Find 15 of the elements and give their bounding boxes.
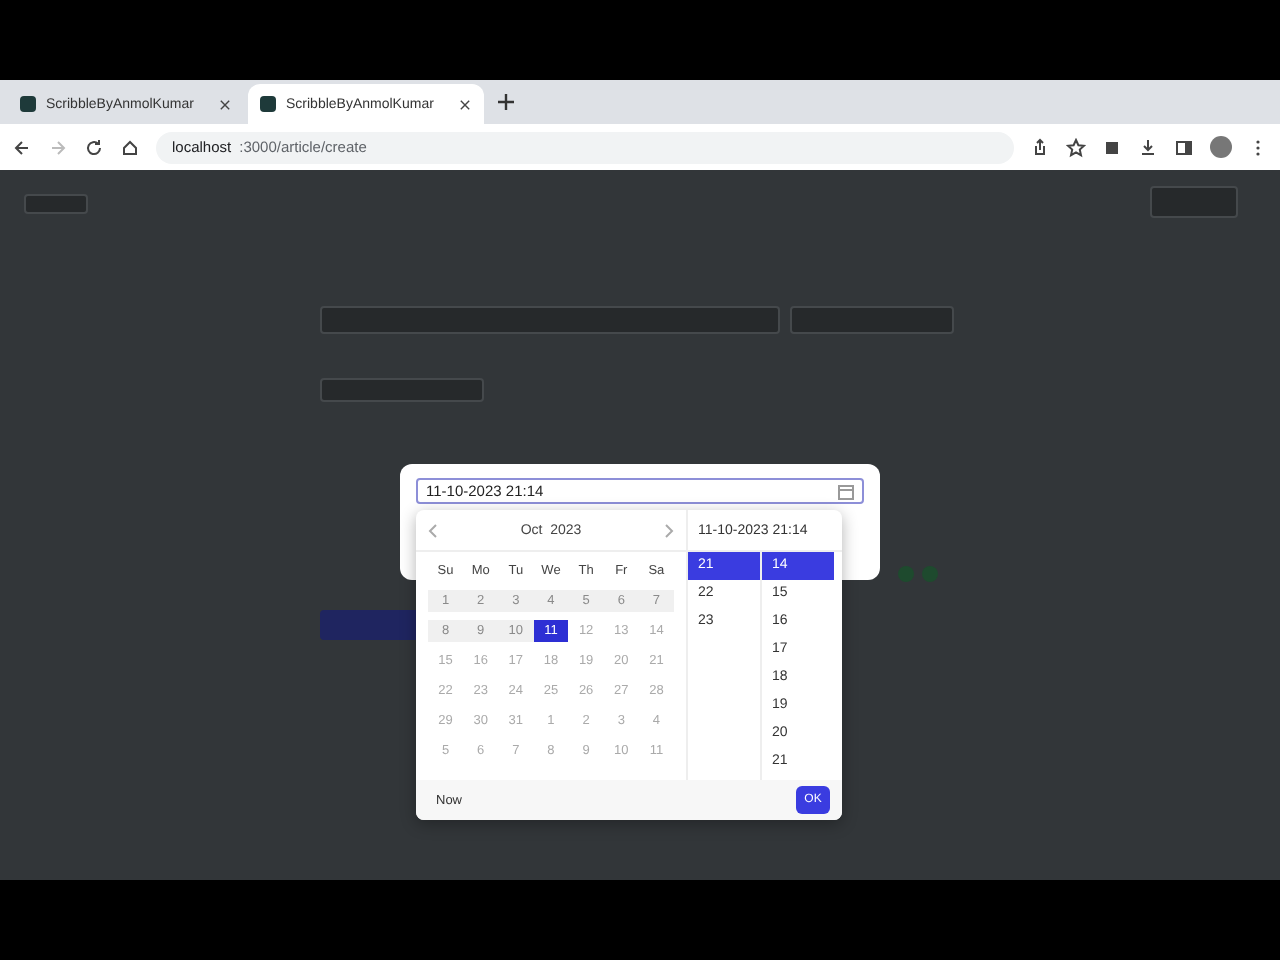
download-icon[interactable] (1138, 137, 1158, 157)
star-icon[interactable] (1066, 137, 1086, 157)
share-icon[interactable] (1030, 137, 1050, 157)
new-tab-icon[interactable] (496, 92, 516, 112)
reload-icon[interactable] (84, 137, 104, 157)
close-icon[interactable] (218, 97, 232, 111)
logo-placeholder (24, 194, 88, 214)
close-icon[interactable] (458, 97, 472, 111)
favicon-icon (260, 96, 276, 112)
calendar-icon[interactable] (838, 483, 854, 499)
sidebar-icon[interactable] (1174, 137, 1194, 157)
home-icon[interactable] (120, 137, 140, 157)
favicon-icon (20, 96, 36, 112)
back-icon[interactable] (12, 137, 32, 157)
avatar-icon[interactable] (1210, 136, 1232, 158)
